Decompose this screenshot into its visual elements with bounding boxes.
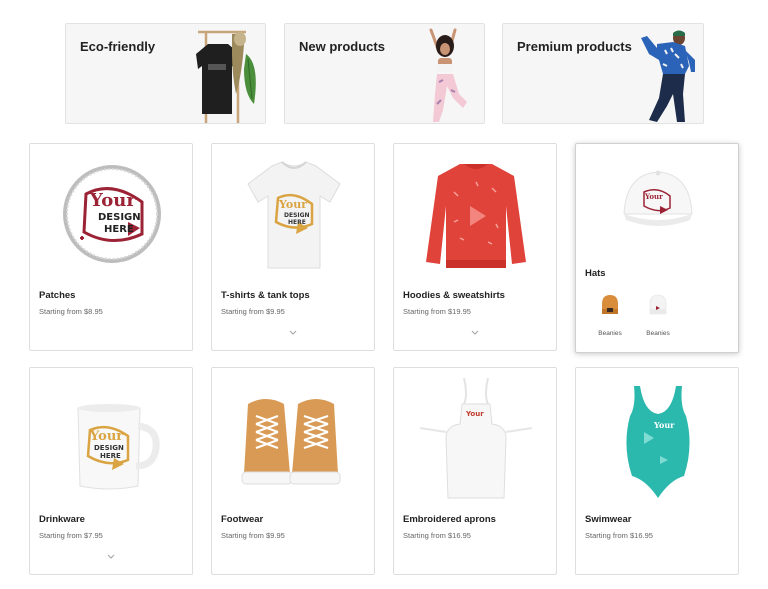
apron-image: Your [419,377,533,499]
product-card-aprons[interactable]: Your Embroidered aprons Starting from $1… [393,367,557,575]
logo-text-your: Your [465,410,484,418]
beanie-white-image [649,294,667,315]
logo-text-your: Your [644,192,663,201]
product-price: Starting from $19.95 [403,307,471,316]
product-name: Footwear [221,514,264,525]
yoga-model-image [429,28,467,122]
beanie-orange-image [602,295,618,314]
product-name: Swimwear [585,514,632,525]
banner-title: Eco-friendly [80,39,156,54]
product-price: Starting from $8.95 [39,307,103,316]
banner-premium-products[interactable]: Premium products [502,23,704,124]
product-card-hoodies[interactable]: Hoodies & sweatshirts Starting from $19.… [393,143,557,351]
product-card-footwear[interactable]: Footwear Starting from $9.95 [211,367,375,575]
product-card-hats[interactable]: Your Hats Beanies Beanies [575,143,739,353]
logo-text-your: Your [89,190,136,211]
product-name: Embroidered aprons [403,514,496,525]
logo-text-design: DESIGN [94,444,124,452]
product-card-drinkware[interactable]: Your DESIGN HERE Drinkware Starting from… [29,367,193,575]
logo-text-here: HERE [100,452,121,460]
subcategory-label: Beanies [646,330,670,337]
chevron-down-icon[interactable] [288,329,298,337]
patch-image: Your DESIGN HERE [63,165,161,263]
product-name: Drinkware [39,514,85,525]
product-price: Starting from $16.95 [403,531,471,540]
sweatshirt-image [426,164,526,268]
logo-text-design: DESIGN [98,212,141,223]
product-price: Starting from $7.95 [39,531,103,540]
banner-eco-friendly[interactable]: Eco-friendly [65,23,266,124]
banner-title: New products [299,39,385,54]
logo-text-your: Your [653,420,675,430]
logo-text-your: Your [89,429,123,444]
product-name: Hats [585,268,606,279]
logo-text-here: HERE [104,224,134,235]
product-price: Starting from $9.95 [221,307,285,316]
banner-title: Premium products [517,39,632,54]
banner-new-products[interactable]: New products [284,23,485,124]
logo-text-here: HERE [288,219,306,226]
subcategory-beanies-white[interactable]: Beanies [638,292,678,337]
product-price: Starting from $16.95 [585,531,653,540]
subcategory-label: Beanies [598,330,622,337]
chevron-down-icon[interactable] [106,553,116,561]
clothes-rack-image [196,30,256,123]
subcategory-beanies-orange[interactable]: Beanies [590,292,630,337]
chevron-down-icon[interactable] [470,329,480,337]
logo-text-design: DESIGN [284,212,310,219]
product-name: Patches [39,290,76,301]
product-card-patches[interactable]: Your DESIGN HERE Patches Starting from $… [29,143,193,351]
product-name: Hoodies & sweatshirts [403,290,505,301]
product-card-tshirts[interactable]: Your DESIGN HERE T-shirts & tank tops St… [211,143,375,351]
tshirt-image: Your DESIGN HERE [247,161,341,269]
swimsuit-image: Your [626,386,690,498]
product-price: Starting from $9.95 [221,531,285,540]
product-name: T-shirts & tank tops [221,290,310,301]
mug-image: Your DESIGN HERE [77,404,160,490]
dancer-model-image [641,30,695,122]
product-card-swimwear[interactable]: Your Swimwear Starting from $16.95 [575,367,739,575]
logo-text-your: Your [278,198,307,211]
sneakers-image [241,399,341,485]
hat-image: Your [623,170,693,226]
